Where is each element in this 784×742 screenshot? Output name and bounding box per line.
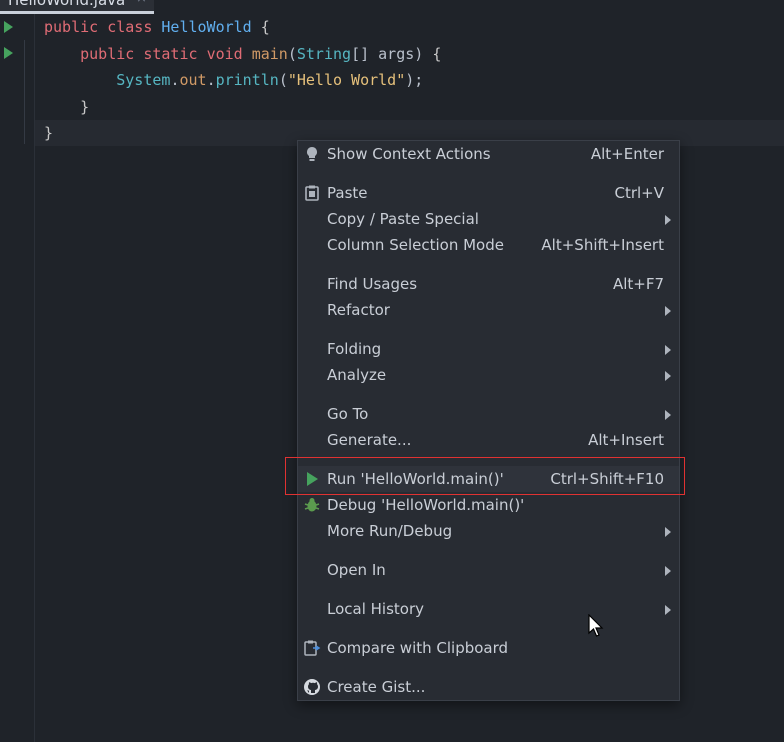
menu-item-label: Copy / Paste Special <box>327 210 479 228</box>
menu-item-shortcut: Alt+Insert <box>588 431 664 449</box>
menu-item-label: Debug 'HelloWorld.main()' <box>327 496 525 514</box>
submenu-arrow-icon <box>665 345 671 355</box>
compare-clipboard-icon <box>304 640 321 656</box>
menu-item-debug-main[interactable]: Debug 'HelloWorld.main()' <box>298 492 679 518</box>
submenu-arrow-icon <box>665 410 671 420</box>
github-icon <box>304 679 320 695</box>
submenu-arrow-icon <box>665 371 671 381</box>
menu-item-label: Show Context Actions <box>327 145 491 163</box>
menu-item-label: Generate... <box>327 431 412 449</box>
menu-item-create-gist[interactable]: Create Gist... <box>298 674 679 700</box>
menu-item-generate[interactable]: Generate... Alt+Insert <box>298 427 679 453</box>
submenu-arrow-icon <box>665 566 671 576</box>
editor-gutter <box>0 14 34 742</box>
menu-item-shortcut: Alt+Enter <box>590 145 664 163</box>
menu-item-label: Folding <box>327 340 382 358</box>
menu-item-analyze[interactable]: Analyze <box>298 362 679 388</box>
submenu-arrow-icon <box>665 306 671 316</box>
submenu-arrow-icon <box>665 215 671 225</box>
clipboard-icon <box>305 185 319 201</box>
menu-item-label: Analyze <box>327 366 387 384</box>
run-class-gutter-icon[interactable] <box>4 21 13 33</box>
menu-item-shortcut: Alt+F7 <box>612 275 664 293</box>
menu-item-column-selection-mode[interactable]: Column Selection Mode Alt+Shift+Insert <box>298 232 679 258</box>
indent-guide <box>24 40 25 144</box>
menu-item-label: More Run/Debug <box>327 522 453 540</box>
menu-item-label: Open In <box>327 561 386 579</box>
menu-item-more-run-debug[interactable]: More Run/Debug <box>298 518 679 544</box>
menu-item-copy-paste-special[interactable]: Copy / Paste Special <box>298 206 679 232</box>
menu-item-label: Column Selection Mode <box>327 236 504 254</box>
menu-item-folding[interactable]: Folding <box>298 336 679 362</box>
menu-item-shortcut: Ctrl+V <box>614 184 664 202</box>
run-main-gutter-icon[interactable] <box>4 47 13 59</box>
menu-item-refactor[interactable]: Refactor <box>298 297 679 323</box>
menu-item-paste[interactable]: Paste Ctrl+V <box>298 180 679 206</box>
editor-context-menu: Show Context Actions Alt+Enter Paste Ctr… <box>297 140 680 701</box>
menu-item-local-history[interactable]: Local History <box>298 596 679 622</box>
code-line-1: public class HelloWorld { <box>44 18 270 36</box>
menu-item-find-usages[interactable]: Find Usages Alt+F7 <box>298 271 679 297</box>
menu-item-go-to[interactable]: Go To <box>298 401 679 427</box>
tab-close-icon[interactable]: × <box>136 0 147 6</box>
debug-bug-icon <box>304 498 320 512</box>
mouse-cursor-icon <box>588 614 604 637</box>
menu-item-label: Paste <box>327 184 368 202</box>
menu-item-label: Find Usages <box>327 275 418 293</box>
code-line-4: } <box>80 97 90 116</box>
code-line-2: public static void main(String[] args) { <box>80 44 442 63</box>
menu-item-show-context-actions[interactable]: Show Context Actions Alt+Enter <box>298 141 679 167</box>
menu-item-label: Create Gist... <box>327 678 426 696</box>
submenu-arrow-icon <box>665 605 671 615</box>
code-area[interactable]: public class HelloWorld { public static … <box>44 14 441 147</box>
menu-item-shortcut: Alt+Shift+Insert <box>541 236 664 254</box>
menu-item-label: Local History <box>327 600 425 618</box>
menu-item-open-in[interactable]: Open In <box>298 557 679 583</box>
menu-item-label: Go To <box>327 405 369 423</box>
lightbulb-icon <box>307 147 317 161</box>
submenu-arrow-icon <box>665 527 671 537</box>
code-line-3: System.out.println("Hello World"); <box>116 71 424 89</box>
menu-item-label: Refactor <box>327 301 390 319</box>
menu-item-label: Compare with Clipboard <box>327 639 509 657</box>
run-item-highlight-box <box>285 457 685 495</box>
editor-tab-title: HelloWorld.java <box>8 0 126 9</box>
menu-item-compare-clipboard[interactable]: Compare with Clipboard <box>298 635 679 661</box>
